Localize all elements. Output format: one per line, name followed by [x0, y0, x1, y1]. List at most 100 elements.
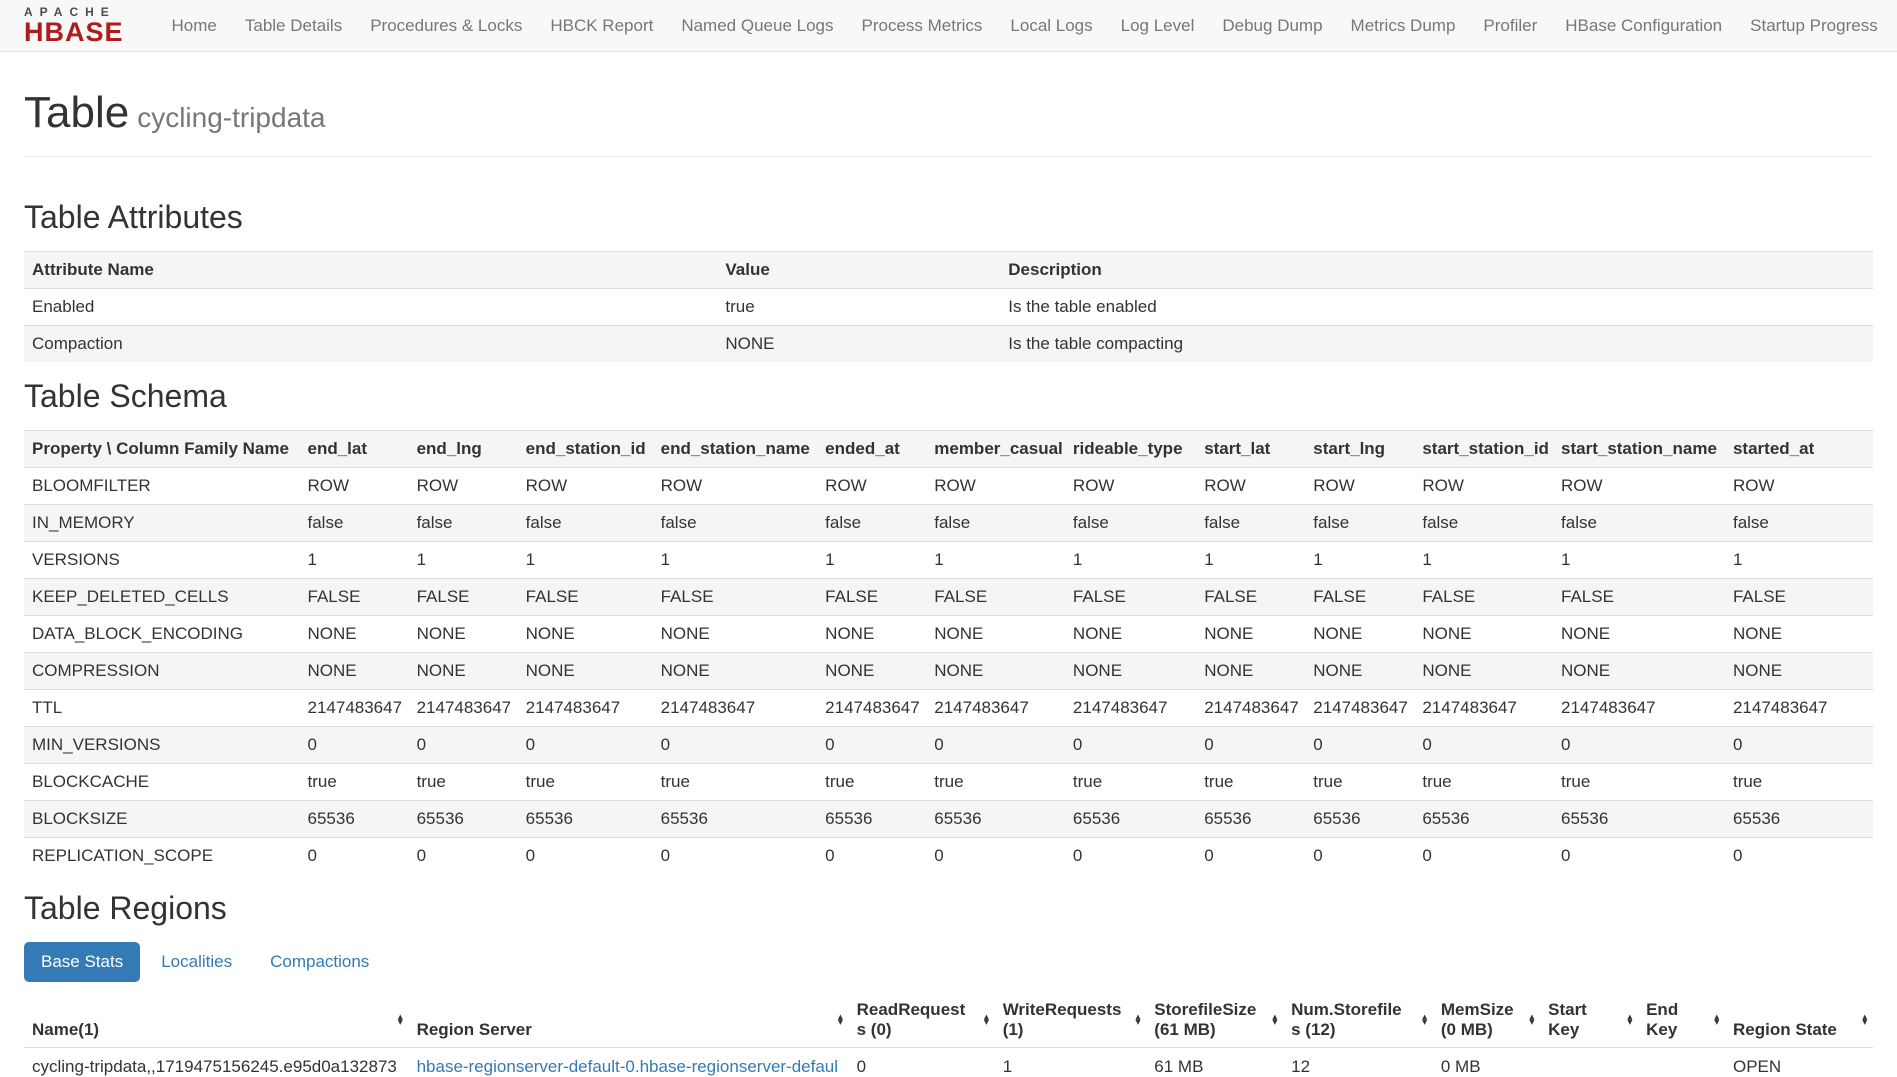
schema-value-cell: NONE: [518, 616, 653, 653]
nav-link[interactable]: Local Logs: [996, 1, 1106, 51]
sort-icon[interactable]: ▴▾: [1530, 1014, 1535, 1025]
nav-item[interactable]: Process Metrics: [847, 1, 996, 51]
schema-value-cell: 2147483647: [409, 690, 518, 727]
schema-row: BLOCKSIZE6553665536655366553665536655366…: [24, 801, 1873, 838]
nav-link[interactable]: Procedures & Locks: [356, 1, 536, 51]
nav-link[interactable]: Process Metrics: [847, 1, 996, 51]
nav-item[interactable]: Startup Progress: [1736, 1, 1892, 51]
schema-value-cell: false: [817, 505, 926, 542]
schema-value-cell: 0: [300, 838, 409, 875]
regions-column-header[interactable]: Start Key▴▾: [1540, 992, 1638, 1048]
schema-value-cell: false: [1305, 505, 1414, 542]
schema-family-header: end_lat: [300, 431, 409, 468]
sort-icon[interactable]: ▴▾: [1714, 1014, 1719, 1025]
regions-column-header[interactable]: Region Server▴▾: [409, 992, 849, 1048]
nav-link[interactable]: Home: [158, 1, 231, 51]
schema-value-cell: false: [926, 505, 1065, 542]
attributes-heading: Table Attributes: [24, 199, 1873, 236]
nav-link[interactable]: Log Level: [1107, 1, 1209, 51]
schema-value-cell: 65536: [1305, 801, 1414, 838]
regions-column-header[interactable]: Region State▴▾: [1725, 992, 1873, 1048]
schema-value-cell: 1: [1553, 542, 1725, 579]
schema-value-cell: ROW: [1305, 468, 1414, 505]
nav-link[interactable]: Table Details: [231, 1, 356, 51]
regions-column-header[interactable]: End Key▴▾: [1638, 992, 1725, 1048]
sort-icon[interactable]: ▴▾: [838, 1014, 843, 1025]
regions-column-header[interactable]: Num.Storefiles (12)▴▾: [1283, 992, 1433, 1048]
nav-item[interactable]: Log Level: [1107, 1, 1209, 51]
schema-family-header: start_station_id: [1414, 431, 1553, 468]
schema-value-cell: 1: [1725, 542, 1873, 579]
regions-column-header[interactable]: ReadRequests (0) ▴▾: [849, 992, 995, 1048]
schema-value-cell: 0: [1305, 838, 1414, 875]
sort-down-arrow: ▾: [1530, 1020, 1535, 1025]
schema-value-cell: 1: [1065, 542, 1196, 579]
tab-base-stats[interactable]: Base Stats: [24, 942, 140, 982]
schema-value-cell: ROW: [1065, 468, 1196, 505]
sort-down-arrow: ▾: [1628, 1020, 1633, 1025]
schema-row: COMPRESSIONNONENONENONENONENONENONENONEN…: [24, 653, 1873, 690]
schema-value-cell: FALSE: [1196, 579, 1305, 616]
schema-row: KEEP_DELETED_CELLSFALSEFALSEFALSEFALSEFA…: [24, 579, 1873, 616]
schema-value-cell: 2147483647: [1414, 690, 1553, 727]
region-start-key-cell: [1540, 1048, 1638, 1077]
nav-link[interactable]: HBase Configuration: [1551, 1, 1736, 51]
nav-link[interactable]: Named Queue Logs: [667, 1, 847, 51]
schema-value-cell: 65536: [817, 801, 926, 838]
schema-value-cell: 2147483647: [518, 690, 653, 727]
region-server-link[interactable]: hbase-regionserver-default-0.hbase-regio…: [417, 1057, 838, 1077]
schema-value-cell: 0: [1725, 838, 1873, 875]
regions-column-header[interactable]: Name(1)▴▾: [24, 992, 409, 1048]
schema-value-cell: 1: [653, 542, 818, 579]
schema-property-cell: MIN_VERSIONS: [24, 727, 300, 764]
regions-column-label: StorefileSize (61 MB): [1154, 1000, 1256, 1039]
schema-value-cell: 2147483647: [653, 690, 818, 727]
title-divider: [24, 156, 1873, 157]
schema-value-cell: 0: [1196, 727, 1305, 764]
schema-value-cell: FALSE: [409, 579, 518, 616]
regions-column-label: ReadRequests (0): [857, 1000, 966, 1039]
nav-link[interactable]: Startup Progress: [1736, 1, 1892, 51]
regions-column-header[interactable]: WriteRequests (1)▴▾: [995, 992, 1147, 1048]
sort-icon[interactable]: ▴▾: [398, 1014, 403, 1025]
schema-row: BLOCKCACHEtruetruetruetruetruetruetruetr…: [24, 764, 1873, 801]
schema-value-cell: 0: [1725, 727, 1873, 764]
nav-item[interactable]: Local Logs: [996, 1, 1106, 51]
schema-value-cell: FALSE: [926, 579, 1065, 616]
regions-column-header[interactable]: StorefileSize (61 MB) ▴▾: [1146, 992, 1283, 1048]
nav-link[interactable]: HBCK Report: [536, 1, 667, 51]
nav-item[interactable]: HBase Configuration: [1551, 1, 1736, 51]
schema-value-cell: 2147483647: [300, 690, 409, 727]
schema-value-cell: 2147483647: [1725, 690, 1873, 727]
sort-icon[interactable]: ▴▾: [1422, 1014, 1427, 1025]
regions-column-header[interactable]: MemSize (0 MB)▴▾: [1433, 992, 1540, 1048]
nav-link[interactable]: Metrics Dump: [1337, 1, 1470, 51]
schema-property-cell: BLOOMFILTER: [24, 468, 300, 505]
nav-item[interactable]: Table Details: [231, 1, 356, 51]
schema-family-header: member_casual: [926, 431, 1065, 468]
nav-item[interactable]: Metrics Dump: [1337, 1, 1470, 51]
sort-icon[interactable]: ▴▾: [984, 1014, 989, 1025]
sort-icon[interactable]: ▴▾: [1862, 1014, 1867, 1025]
attribute-row: EnabledtrueIs the table enabled: [24, 289, 1873, 326]
nav-item[interactable]: Profiler: [1469, 1, 1551, 51]
schema-value-cell: 65536: [926, 801, 1065, 838]
sort-icon[interactable]: ▴▾: [1136, 1014, 1141, 1025]
nav-item[interactable]: Procedures & Locks: [356, 1, 536, 51]
nav-item[interactable]: Named Queue Logs: [667, 1, 847, 51]
schema-value-cell: FALSE: [1305, 579, 1414, 616]
nav-item[interactable]: Debug Dump: [1208, 1, 1336, 51]
region-num-storefiles-cell: 12: [1283, 1048, 1433, 1077]
nav-link[interactable]: Debug Dump: [1208, 1, 1336, 51]
tab-compactions[interactable]: Compactions: [253, 942, 386, 982]
region-read-requests-cell: 0: [849, 1048, 995, 1077]
schema-row: TTL2147483647214748364721474836472147483…: [24, 690, 1873, 727]
sort-icon[interactable]: ▴▾: [1628, 1014, 1633, 1025]
sort-icon[interactable]: ▴▾: [1273, 1014, 1278, 1025]
hbase-logo[interactable]: APACHE HBASE: [24, 6, 124, 46]
tab-localities[interactable]: Localities: [144, 942, 249, 982]
nav-item[interactable]: Home: [158, 1, 231, 51]
attributes-table: Attribute NameValueDescription Enabledtr…: [24, 251, 1873, 362]
nav-link[interactable]: Profiler: [1469, 1, 1551, 51]
nav-item[interactable]: HBCK Report: [536, 1, 667, 51]
